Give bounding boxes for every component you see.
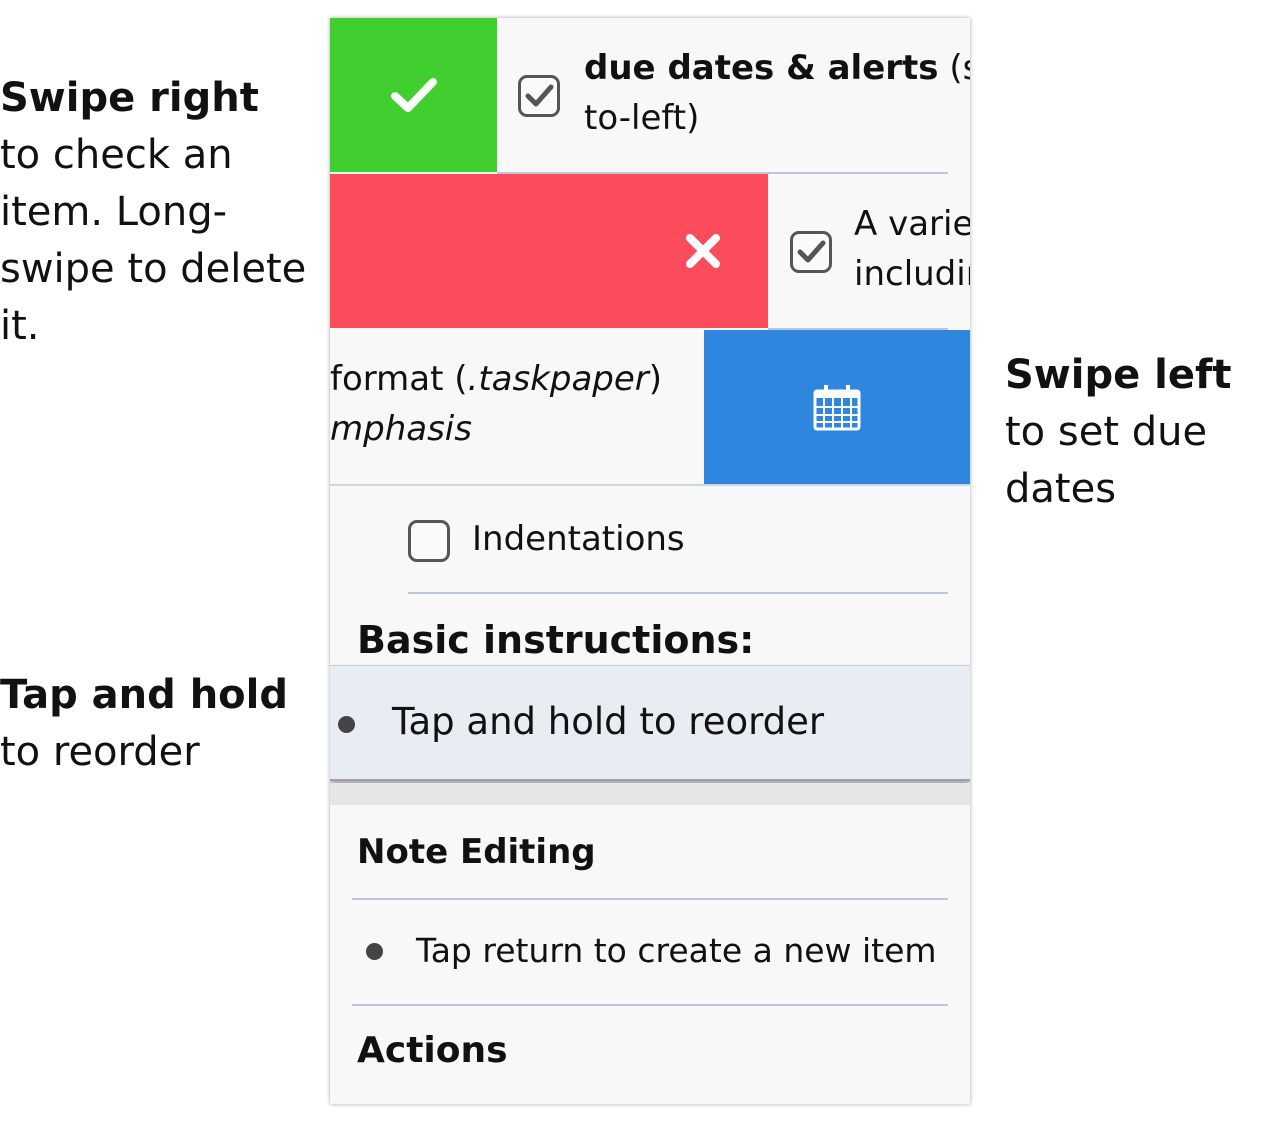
section-heading-basic-instructions: Basic instructions:: [357, 618, 755, 662]
item-text: Indentations: [472, 519, 685, 559]
item-text-line2: mphasis: [330, 409, 472, 449]
checkbox-checked-icon[interactable]: [518, 75, 560, 117]
item-text: format (.taskpaper): [330, 359, 663, 399]
checkmark-icon: [390, 78, 437, 112]
item-text: Tap and hold to reorder: [392, 700, 825, 743]
drag-gap: [330, 783, 970, 805]
due-date-swipe-action[interactable]: [704, 330, 970, 484]
section-heading-note-editing[interactable]: Note Editing: [357, 828, 596, 876]
delete-x-icon: [686, 234, 720, 268]
separator: [352, 898, 948, 900]
task-list-screen: due dates & alerts (swipe to-left) A var…: [330, 18, 970, 1104]
list-item-indentations[interactable]: Indentations: [330, 488, 970, 596]
section-heading-actions[interactable]: Actions: [357, 1026, 508, 1076]
checkbox-empty-icon[interactable]: [408, 520, 450, 562]
item-text: A variety: [854, 204, 970, 244]
callout-tap-and-hold: Tap and hold to reorder: [0, 672, 289, 775]
item-text-line2: including: [854, 254, 970, 294]
list-item-due-dates[interactable]: due dates & alerts (swipe to-left): [330, 18, 970, 174]
checkbox-checked-icon[interactable]: [790, 231, 832, 273]
list-item-variety[interactable]: A variety including: [330, 174, 970, 330]
separator: [352, 1004, 948, 1006]
bullet-icon: [366, 943, 383, 960]
bullet-icon: [338, 716, 355, 733]
item-text-line2: to-left): [584, 98, 700, 138]
list-item-format[interactable]: format (.taskpaper) mphasis: [330, 330, 970, 486]
calendar-icon: [813, 385, 861, 431]
callout-swipe-right: Swipe right to check an item. Long-swipe…: [0, 75, 307, 349]
item-text: due dates & alerts (swipe: [584, 48, 970, 88]
callout-swipe-left: Swipe left to set due dates: [1005, 352, 1232, 512]
delete-swipe-action[interactable]: [330, 174, 768, 328]
list-item-tap-return[interactable]: Tap return to create a new item: [416, 926, 937, 976]
dragged-list-item[interactable]: Tap and hold to reorder: [330, 665, 970, 781]
separator: [408, 592, 948, 594]
check-swipe-action[interactable]: [330, 18, 497, 172]
